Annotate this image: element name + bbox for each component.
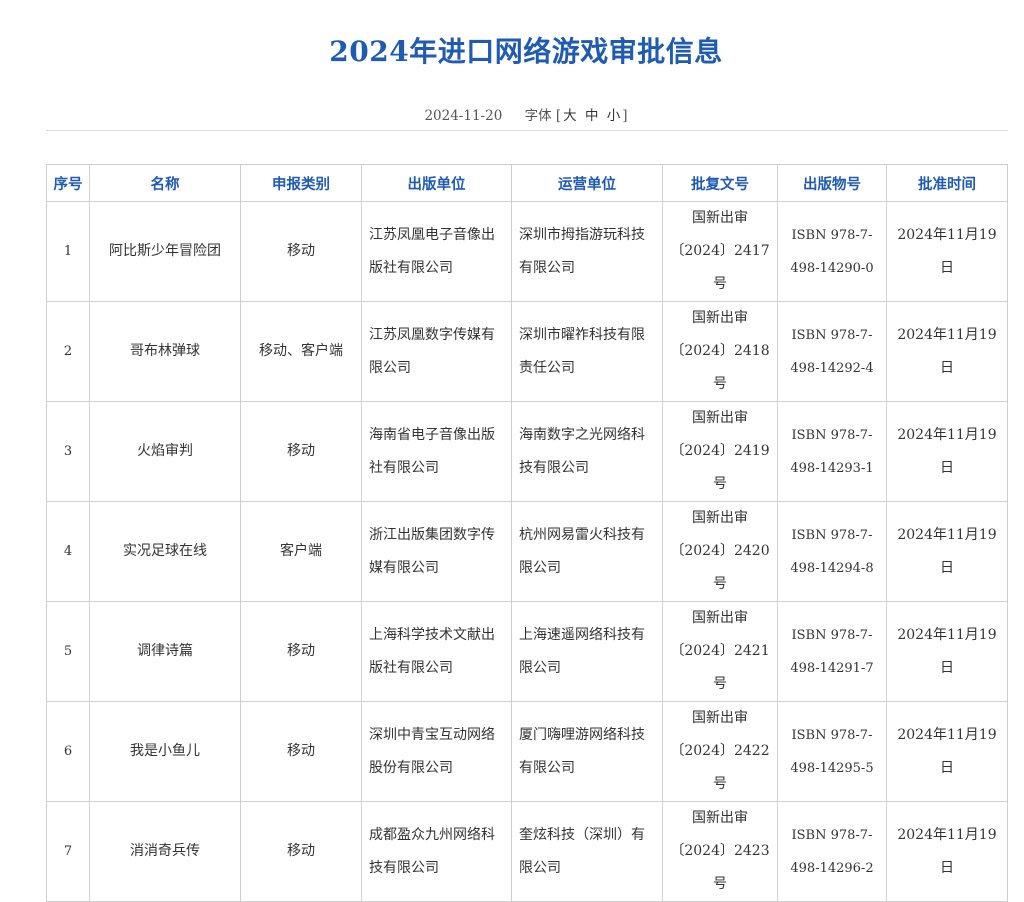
cell-approval-no: 国新出审〔2024〕2423号 xyxy=(662,801,778,902)
cell-isbn: ISBN 978-7-498-14290-0 xyxy=(777,201,887,302)
font-size-bracket-close: ] xyxy=(622,108,628,124)
cell-isbn: ISBN 978-7-498-14295-5 xyxy=(777,701,887,802)
font-size-small-button[interactable]: 小 xyxy=(607,108,621,124)
cell-isbn: ISBN 978-7-498-14293-1 xyxy=(777,401,887,502)
cell-category: 移动 xyxy=(240,801,362,902)
cell-category: 客户端 xyxy=(240,501,362,602)
cell-approval-date: 2024年11月19日 xyxy=(886,501,1008,602)
cell-isbn: ISBN 978-7-498-14294-8 xyxy=(777,501,887,602)
cell-category: 移动 xyxy=(240,601,362,702)
font-size-large-button[interactable]: 大 xyxy=(563,108,577,124)
cell-operator: 海南数字之光网络科技有限公司 xyxy=(511,401,663,502)
table-header-row: 序号 名称 申报类别 出版单位 运营单位 批复文号 出版物号 批准时间 xyxy=(46,164,1008,202)
header-divider xyxy=(46,130,1008,131)
cell-publisher: 江苏凤凰电子音像出版社有限公司 xyxy=(361,201,512,302)
cell-index: 5 xyxy=(46,601,90,702)
page-title: 2024年进口网络游戏审批信息 xyxy=(329,35,723,68)
cell-index: 6 xyxy=(46,701,90,802)
header-approval-no: 批复文号 xyxy=(662,164,778,202)
cell-index: 2 xyxy=(46,301,90,402)
cell-name: 阿比斯少年冒险团 xyxy=(89,201,241,302)
cell-approval-date: 2024年11月19日 xyxy=(886,301,1008,402)
cell-category: 移动 xyxy=(240,201,362,302)
cell-index: 3 xyxy=(46,401,90,502)
cell-name: 实况足球在线 xyxy=(89,501,241,602)
cell-operator: 厦门嗨哩游网络科技有限公司 xyxy=(511,701,663,802)
header-operator: 运营单位 xyxy=(511,164,663,202)
table-row: 5 调律诗篇 移动 上海科学技术文献出版社有限公司 上海速遥网络科技有限公司 国… xyxy=(46,601,1008,702)
table-row: 3 火焰审判 移动 海南省电子音像出版社有限公司 海南数字之光网络科技有限公司 … xyxy=(46,401,1008,502)
cell-approval-date: 2024年11月19日 xyxy=(886,401,1008,502)
cell-name: 消消奇兵传 xyxy=(89,801,241,902)
font-size-label: 字体 xyxy=(524,108,552,124)
cell-operator: 上海速遥网络科技有限公司 xyxy=(511,601,663,702)
cell-operator: 深圳市拇指游玩科技有限公司 xyxy=(511,201,663,302)
cell-category: 移动 xyxy=(240,401,362,502)
cell-category: 移动 xyxy=(240,701,362,802)
cell-publisher: 成都盈众九州网络科技有限公司 xyxy=(361,801,512,902)
font-size-bracket-open: [ xyxy=(555,108,562,124)
table-row: 7 消消奇兵传 移动 成都盈众九州网络科技有限公司 奎炫科技（深圳）有限公司 国… xyxy=(46,801,1008,902)
header-name: 名称 xyxy=(89,164,241,202)
cell-approval-no: 国新出审〔2024〕2418号 xyxy=(662,301,778,402)
cell-approval-date: 2024年11月19日 xyxy=(886,701,1008,802)
table-row: 2 哥布林弹球 移动、客户端 江苏凤凰数字传媒有限公司 深圳市曜祚科技有限责任公… xyxy=(46,301,1008,402)
cell-approval-no: 国新出审〔2024〕2420号 xyxy=(662,501,778,602)
cell-isbn: ISBN 978-7-498-14291-7 xyxy=(777,601,887,702)
cell-isbn: ISBN 978-7-498-14296-2 xyxy=(777,801,887,902)
cell-approval-date: 2024年11月19日 xyxy=(886,801,1008,902)
header-index: 序号 xyxy=(46,164,90,202)
cell-index: 7 xyxy=(46,801,90,902)
cell-approval-no: 国新出审〔2024〕2417号 xyxy=(662,201,778,302)
cell-operator: 奎炫科技（深圳）有限公司 xyxy=(511,801,663,902)
table-row: 6 我是小鱼儿 移动 深圳中青宝互动网络股份有限公司 厦门嗨哩游网络科技有限公司… xyxy=(46,701,1008,802)
cell-name: 调律诗篇 xyxy=(89,601,241,702)
cell-publisher: 江苏凤凰数字传媒有限公司 xyxy=(361,301,512,402)
cell-approval-no: 国新出审〔2024〕2421号 xyxy=(662,601,778,702)
header-approval-date: 批准时间 xyxy=(886,164,1008,202)
cell-name: 火焰审判 xyxy=(89,401,241,502)
cell-name: 我是小鱼儿 xyxy=(89,701,241,802)
approval-table: 序号 名称 申报类别 出版单位 运营单位 批复文号 出版物号 批准时间 1 阿比… xyxy=(46,164,1008,902)
cell-isbn: ISBN 978-7-498-14292-4 xyxy=(777,301,887,402)
cell-publisher: 深圳中青宝互动网络股份有限公司 xyxy=(361,701,512,802)
cell-publisher: 上海科学技术文献出版社有限公司 xyxy=(361,601,512,702)
cell-publisher: 浙江出版集团数字传媒有限公司 xyxy=(361,501,512,602)
table-row: 1 阿比斯少年冒险团 移动 江苏凤凰电子音像出版社有限公司 深圳市拇指游玩科技有… xyxy=(46,201,1008,302)
font-size-medium-button[interactable]: 中 xyxy=(585,108,599,124)
cell-index: 1 xyxy=(46,201,90,302)
cell-operator: 杭州网易雷火科技有限公司 xyxy=(511,501,663,602)
cell-index: 4 xyxy=(46,501,90,602)
cell-operator: 深圳市曜祚科技有限责任公司 xyxy=(511,301,663,402)
header-isbn: 出版物号 xyxy=(777,164,887,202)
header-category: 申报类别 xyxy=(240,164,362,202)
cell-approval-no: 国新出审〔2024〕2422号 xyxy=(662,701,778,802)
cell-approval-no: 国新出审〔2024〕2419号 xyxy=(662,401,778,502)
cell-approval-date: 2024年11月19日 xyxy=(886,201,1008,302)
cell-approval-date: 2024年11月19日 xyxy=(886,601,1008,702)
cell-name: 哥布林弹球 xyxy=(89,301,241,402)
article-meta: 2024-11-20 字体 [大 中 小] xyxy=(0,104,1024,124)
cell-publisher: 海南省电子音像出版社有限公司 xyxy=(361,401,512,502)
table-row: 4 实况足球在线 客户端 浙江出版集团数字传媒有限公司 杭州网易雷火科技有限公司… xyxy=(46,501,1008,602)
publish-date: 2024-11-20 xyxy=(424,108,503,124)
header-publisher: 出版单位 xyxy=(361,164,512,202)
cell-category: 移动、客户端 xyxy=(240,301,362,402)
